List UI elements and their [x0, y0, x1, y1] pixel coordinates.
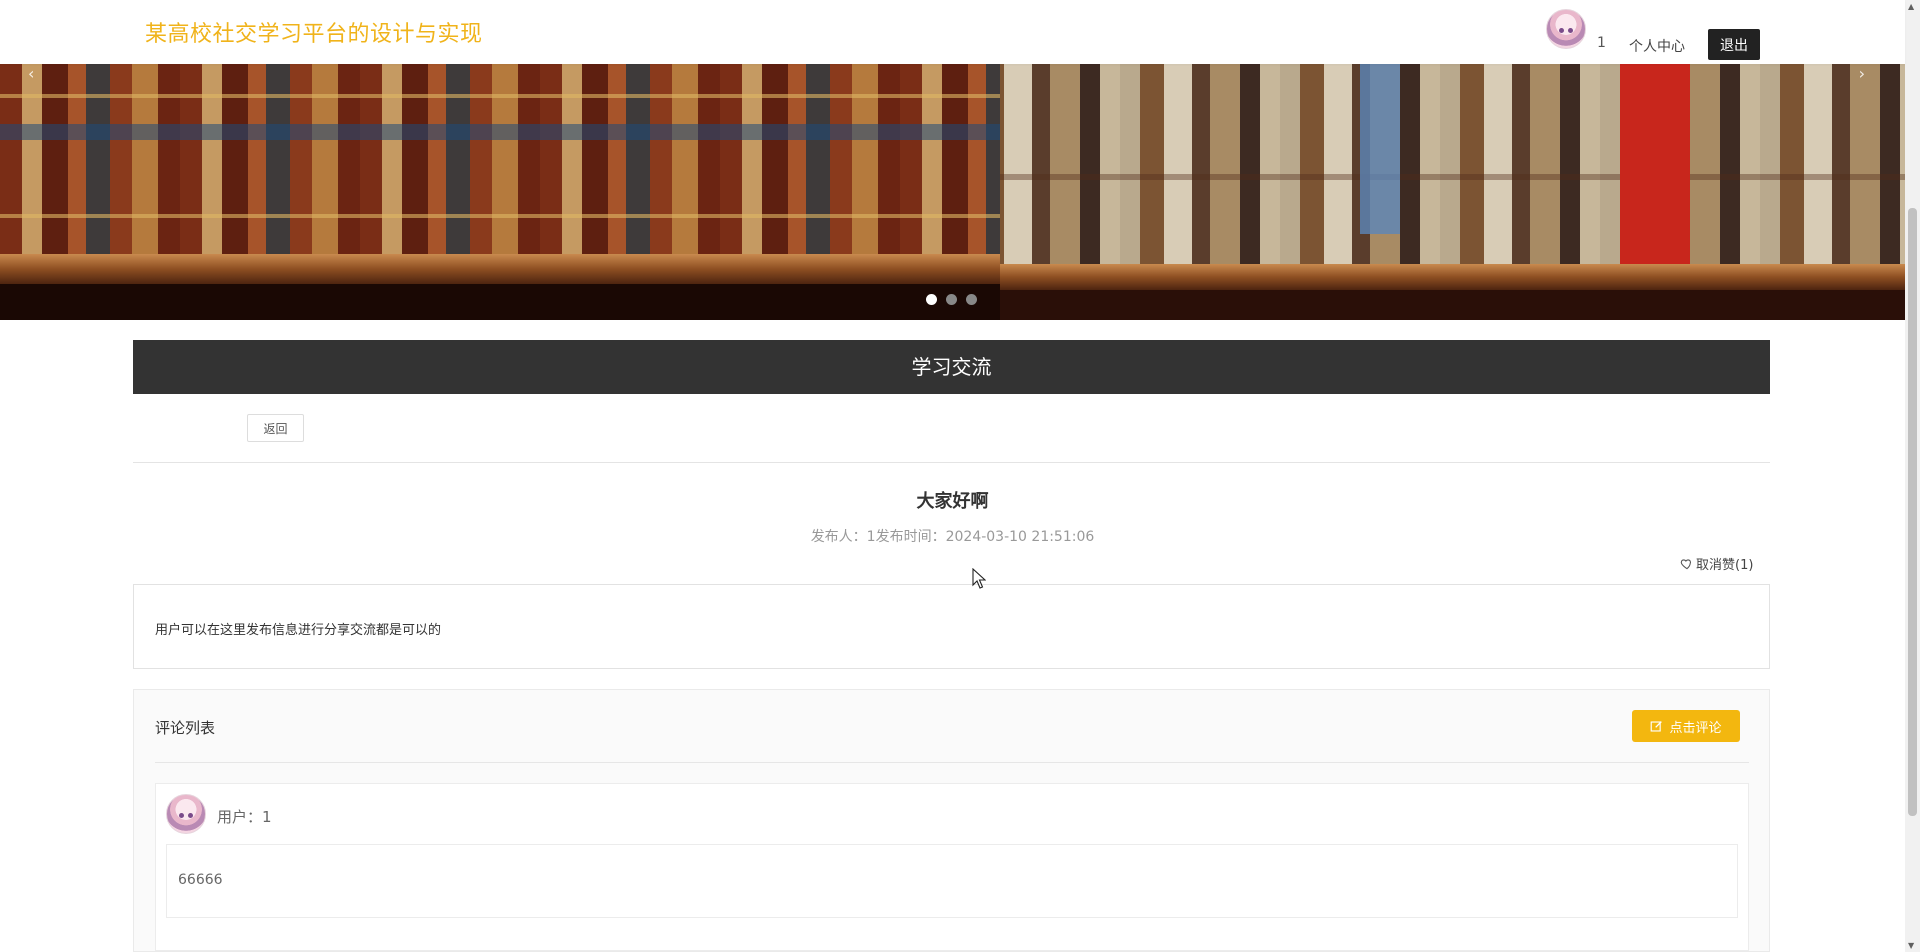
divider [133, 462, 1770, 463]
comment-text: 66666 [178, 872, 223, 888]
avatar-eye-left [179, 812, 185, 818]
carousel-prev-icon[interactable]: ‹ [28, 64, 34, 83]
scroll-thumb[interactable] [1908, 208, 1917, 816]
logout-button[interactable]: 退出 [1708, 29, 1760, 60]
carousel-dot-3[interactable] [966, 294, 977, 305]
page-scrollbar[interactable]: ▲ ▼ [1905, 0, 1920, 952]
carousel-dot-1[interactable] [926, 294, 937, 305]
carousel-next-icon[interactable]: › [1859, 64, 1865, 83]
avatar-eye-left [1559, 27, 1565, 33]
personal-center-link[interactable]: 个人中心 [1629, 36, 1685, 56]
banner-image [0, 64, 1905, 320]
scroll-down-icon[interactable]: ▼ [1908, 941, 1914, 950]
unlike-label: 取消赞(1) [1696, 558, 1754, 573]
back-button[interactable]: 返回 [247, 414, 304, 442]
top-header: 某高校社交学习平台的设计与实现 1 个人中心 退出 [0, 0, 1905, 64]
comment-user: 用户：1 [217, 808, 272, 826]
avatar-eye-right [187, 812, 193, 818]
site-title[interactable]: 某高校社交学习平台的设计与实现 [145, 16, 483, 48]
comment-body: 66666 [166, 844, 1738, 918]
carousel-indicators [926, 294, 977, 305]
banner-carousel: ‹ › [0, 64, 1905, 320]
edit-icon [1651, 720, 1663, 732]
add-comment-label: 点击评论 [1669, 720, 1722, 736]
comment-avatar [166, 794, 206, 834]
unlike-button[interactable]: 取消赞(1) [1680, 554, 1753, 573]
comment-item: 用户：1 66666 [155, 783, 1749, 951]
post-meta: 发布人：1发布时间：2024-03-10 21:51:06 [810, 529, 1095, 545]
header-avatar[interactable] [1546, 9, 1586, 49]
section-title-bar: 学习交流 [133, 340, 1770, 394]
comments-panel: 评论列表 点击评论 用户：1 66666 [133, 689, 1770, 952]
post-title: 大家好啊 [916, 491, 989, 512]
avatar-eye-right [1567, 27, 1573, 33]
scroll-up-icon[interactable]: ▲ [1908, 2, 1914, 11]
mouse-pointer-icon [972, 568, 986, 589]
post-content: 用户可以在这里发布信息进行分享交流都是可以的 [155, 623, 442, 638]
header-user-name: 1 [1597, 35, 1606, 51]
comments-divider [155, 762, 1749, 763]
heart-icon [1680, 558, 1691, 569]
add-comment-button[interactable]: 点击评论 [1632, 710, 1740, 742]
comments-title: 评论列表 [155, 719, 216, 737]
post-content-box: 用户可以在这里发布信息进行分享交流都是可以的 [133, 584, 1770, 669]
carousel-dot-2[interactable] [946, 294, 957, 305]
